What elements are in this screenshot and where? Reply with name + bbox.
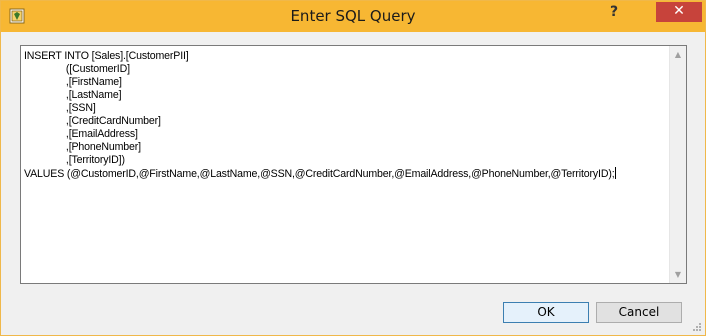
ok-button[interactable]: OK: [503, 302, 589, 323]
cancel-button[interactable]: Cancel: [596, 302, 682, 323]
sql-line[interactable]: ,[PhoneNumber]: [24, 141, 668, 154]
close-button[interactable]: ✕: [656, 2, 702, 22]
sql-line[interactable]: ,[CreditCardNumber]: [24, 115, 668, 128]
sql-line[interactable]: ,[EmailAddress]: [24, 128, 668, 141]
scroll-up-arrow-icon[interactable]: ▲: [670, 46, 686, 63]
sql-line[interactable]: ,[LastName]: [24, 89, 668, 102]
sql-line[interactable]: ([CustomerID]: [24, 63, 668, 76]
vertical-scrollbar[interactable]: ▲ ▼: [669, 46, 686, 283]
sql-query-editor[interactable]: INSERT INTO [Sales].[CustomerPII] ([Cust…: [20, 45, 687, 284]
enter-sql-query-dialog: Enter SQL Query ? ✕ INSERT INTO [Sales].…: [0, 0, 706, 336]
sql-query-text[interactable]: INSERT INTO [Sales].[CustomerPII] ([Cust…: [24, 50, 668, 281]
scroll-down-arrow-icon[interactable]: ▼: [670, 266, 686, 283]
sql-line[interactable]: ,[FirstName]: [24, 76, 668, 89]
title-bar[interactable]: Enter SQL Query ? ✕: [1, 1, 705, 32]
sql-line[interactable]: VALUES (@CustomerID,@FirstName,@LastName…: [24, 167, 668, 181]
text-caret: [614, 167, 616, 179]
sql-line[interactable]: INSERT INTO [Sales].[CustomerPII]: [24, 50, 668, 63]
help-button[interactable]: ?: [599, 2, 629, 22]
sql-line[interactable]: ,[TerritoryID]): [24, 154, 668, 167]
sql-line[interactable]: ,[SSN]: [24, 102, 668, 115]
resize-grip-icon[interactable]: [691, 321, 701, 331]
